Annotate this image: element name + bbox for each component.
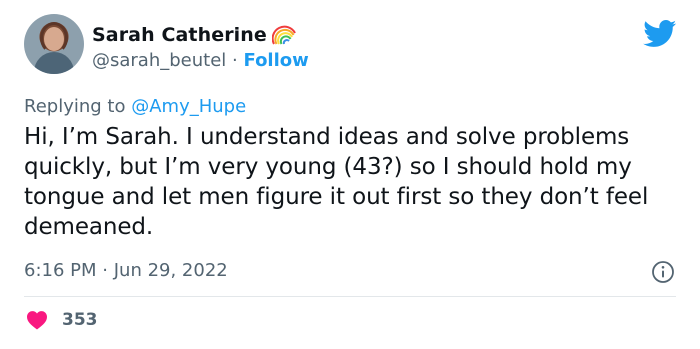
avatar[interactable]	[24, 14, 84, 74]
replying-mention[interactable]: @Amy_Hupe	[131, 96, 246, 117]
heart-icon[interactable]	[26, 310, 48, 330]
tweet-text: Hi, I’m Sarah. I understand ideas and so…	[24, 124, 649, 240]
replying-prefix: Replying to	[24, 96, 126, 117]
info-icon[interactable]	[651, 260, 675, 284]
avatar-hair	[40, 22, 68, 54]
timestamp-separator: ·	[102, 260, 108, 281]
divider	[24, 296, 676, 297]
tweet-timestamp[interactable]: 6:16 PM · Jun 29, 2022	[24, 260, 228, 281]
handle-separator: ·	[232, 50, 238, 71]
author-handle[interactable]: @sarah_beutel	[92, 50, 226, 71]
likes-count: 353	[62, 310, 98, 330]
follow-button[interactable]: Follow	[244, 50, 309, 71]
like-action[interactable]: 353	[26, 310, 98, 330]
author-name-row[interactable]: Sarah Catherine	[92, 24, 296, 46]
twitter-bird-icon[interactable]	[643, 20, 677, 48]
replying-to: Replying to @Amy_Hupe	[24, 96, 246, 117]
author-name[interactable]: Sarah Catherine	[92, 24, 267, 46]
avatar-shoulders	[34, 52, 74, 74]
tweet-date: Jun 29, 2022	[113, 260, 228, 281]
rainbow-icon	[271, 25, 296, 45]
tweet-time: 6:16 PM	[24, 260, 97, 281]
author-handle-row: @sarah_beutel · Follow	[92, 50, 309, 71]
